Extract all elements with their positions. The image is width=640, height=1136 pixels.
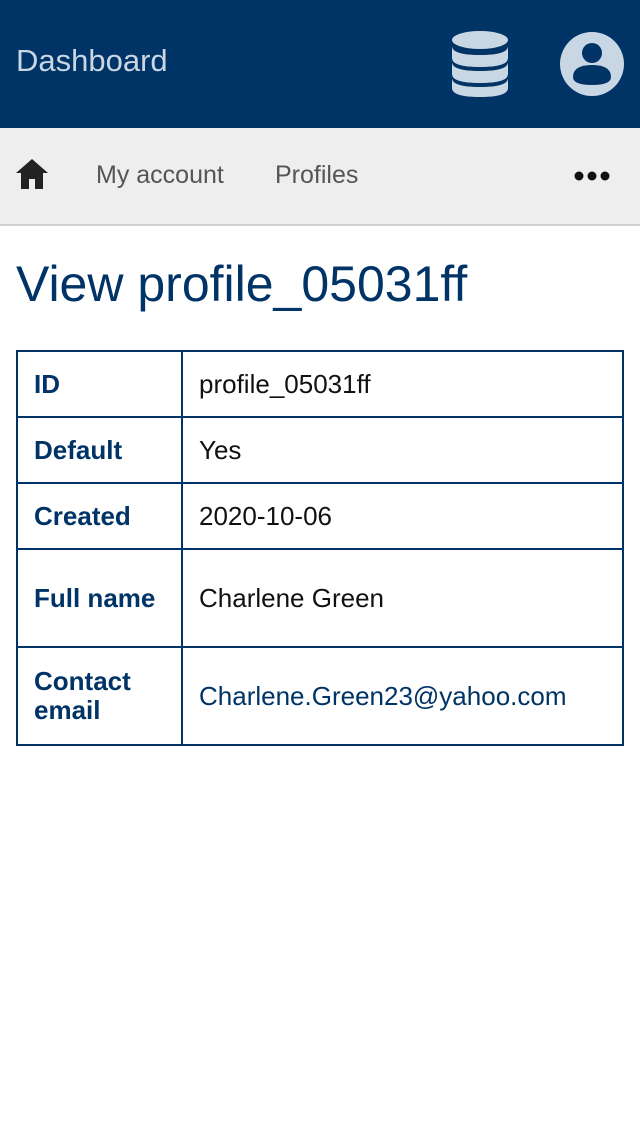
page-title: View profile_05031ff: [16, 256, 468, 312]
dashboard-link[interactable]: Dashboard: [16, 40, 168, 82]
row-label-default: Default: [16, 416, 183, 484]
table-row: Default Yes: [16, 416, 624, 484]
nav-item-my-account[interactable]: My account: [96, 158, 224, 192]
home-button[interactable]: [14, 156, 50, 192]
row-value-contact-email-cell: Charlene.Green23@yahoo.com: [181, 646, 624, 746]
table-row: Full name Charlene Green: [16, 548, 624, 648]
table-row: Contact email Charlene.Green23@yahoo.com: [16, 646, 624, 746]
row-value-id: profile_05031ff: [181, 350, 624, 418]
nav-item-profiles[interactable]: Profiles: [275, 158, 358, 192]
row-label-contact-email: Contact email: [16, 646, 183, 746]
row-label-full-name: Full name: [16, 548, 183, 648]
row-value-default: Yes: [181, 416, 624, 484]
profile-details-table: ID profile_05031ff Default Yes Created 2…: [16, 350, 624, 746]
user-circle-icon: [560, 32, 624, 96]
user-account-button[interactable]: [558, 30, 626, 98]
more-horizontal-icon: [574, 171, 610, 181]
row-label-id: ID: [16, 350, 183, 418]
table-row: ID profile_05031ff: [16, 350, 624, 418]
database-button[interactable]: [448, 28, 512, 100]
more-options-button[interactable]: [572, 162, 612, 190]
table-row: Created 2020-10-06: [16, 482, 624, 550]
contact-email-link[interactable]: Charlene.Green23@yahoo.com: [199, 681, 567, 711]
row-value-full-name: Charlene Green: [181, 548, 624, 648]
row-value-created: 2020-10-06: [181, 482, 624, 550]
row-label-created: Created: [16, 482, 183, 550]
database-icon: [452, 31, 508, 97]
home-icon: [16, 159, 48, 189]
